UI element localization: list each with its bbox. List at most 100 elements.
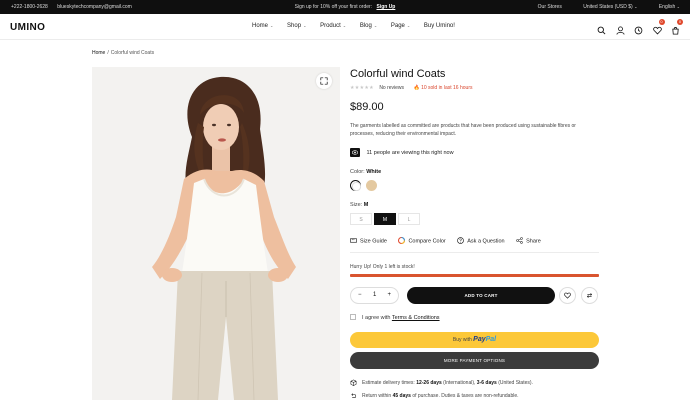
size-guide-link[interactable]: Size Guide	[350, 237, 387, 245]
viewing-text: 11 people are viewing this right now	[366, 149, 454, 156]
agree-text: I agree with	[362, 315, 391, 321]
site-header: UMINO Home ⌄ Shop ⌄ Product ⌄ Blog ⌄ Page ⌄ B…	[0, 14, 690, 40]
paypal-logo-part2: Pal	[485, 336, 497, 343]
eye-icon	[350, 148, 360, 157]
our-stores-link[interactable]: Our Stores	[538, 4, 562, 10]
color-swatch-beige[interactable]	[366, 180, 377, 191]
add-to-wishlist-button[interactable]	[559, 287, 576, 304]
share-link[interactable]: Share	[516, 237, 541, 245]
language-label: English	[658, 4, 676, 10]
review-count[interactable]: No reviews	[379, 85, 404, 91]
paypal-button[interactable]: Buy with PayPal	[350, 332, 599, 348]
color-swatch-white[interactable]	[350, 180, 361, 191]
breadcrumb: Home / Colorful wind Coats	[92, 50, 154, 56]
delivery-prefix: Estimate delivery times:	[362, 380, 415, 386]
box-icon	[350, 379, 357, 386]
stock-progress	[350, 274, 599, 277]
nav-page[interactable]: Page ⌄	[391, 23, 410, 29]
action-label: Size Guide	[360, 238, 387, 245]
zoom-button[interactable]	[316, 73, 332, 89]
more-payment-options-button[interactable]: MORE PAYMENT OPTIONS	[350, 352, 599, 369]
model-photo	[92, 67, 340, 400]
terms-checkbox[interactable]	[350, 314, 356, 320]
compare-color-link[interactable]: Compare Color	[398, 236, 446, 245]
share-icon	[516, 237, 523, 244]
ask-question-link[interactable]: Ask a Question	[457, 237, 505, 245]
quantity-increase-button[interactable]: +	[387, 292, 391, 298]
chevron-down-icon: ⌄	[270, 23, 274, 28]
wishlist-icon[interactable]: 0	[652, 19, 665, 35]
chevron-down-icon: ⌄	[676, 4, 680, 9]
delivery-us-days: 3-6 days	[476, 380, 497, 386]
size-option-m[interactable]: M	[374, 213, 396, 225]
main-nav: Home ⌄ Shop ⌄ Product ⌄ Blog ⌄ Page ⌄ Buy Umi…	[252, 23, 467, 29]
nav-label: Page	[390, 23, 405, 29]
breadcrumb-current: Colorful wind Coats	[110, 50, 155, 56]
product-description: The garments labelled as committed are p…	[350, 123, 576, 137]
sold-indicator: 🔥 10 sold in last 16 hours	[413, 85, 472, 91]
stock-progress-fill	[350, 274, 599, 277]
terms-link[interactable]: Terms & Conditions	[392, 315, 440, 321]
top-right-links: Our Stores United States (USD $) ⌄ Engli…	[528, 4, 680, 10]
nav-buy-umino[interactable]: Buy Umino!	[424, 23, 455, 29]
rating-stars[interactable]: ★★★★★	[350, 85, 374, 91]
nav-shop[interactable]: Shop ⌄	[287, 23, 306, 29]
language-selector[interactable]: English ⌄	[649, 4, 680, 10]
product-price: $89.00	[350, 101, 384, 113]
action-label: Share	[526, 238, 541, 245]
divider	[350, 252, 599, 253]
add-to-cart-button[interactable]: ADD TO CART	[407, 287, 555, 304]
logo[interactable]: UMINO	[10, 22, 45, 33]
compare-arrows-icon	[586, 293, 593, 298]
sign-up-link[interactable]: Sign Up	[376, 4, 395, 10]
paypal-prefix: Buy with	[452, 337, 472, 343]
compare-button[interactable]	[581, 287, 598, 304]
user-icon[interactable]	[616, 22, 625, 35]
promo-text: Sign up for 10% off your first order:	[294, 4, 373, 10]
heart-icon	[564, 292, 571, 299]
nav-product[interactable]: Product ⌄	[320, 23, 346, 29]
header-icons: 0 0	[592, 19, 683, 35]
fire-icon: 🔥	[413, 85, 420, 91]
action-label: Compare Color	[408, 238, 446, 245]
rating-row: ★★★★★ No reviews 🔥 10 sold in last 16 ho…	[350, 85, 472, 91]
product-title: Colorful wind Coats	[350, 68, 446, 80]
color-wheel-icon	[398, 236, 406, 245]
product-image[interactable]	[92, 67, 340, 400]
quantity-stepper: − 1 +	[350, 287, 399, 304]
size-option-l[interactable]: L	[398, 213, 420, 225]
cart-icon[interactable]: 0	[671, 19, 683, 35]
return-icon	[351, 393, 357, 398]
chevron-down-icon: ⌄	[303, 23, 307, 28]
delivery-intl-days: 12-26 days	[416, 380, 442, 386]
quantity-input[interactable]: 1	[373, 292, 376, 298]
top-announcement-bar: +222-1800-2628 blueskytechcompany@gmail.…	[0, 0, 690, 14]
returns-info: Return within 45 days of purchase. Dutie…	[350, 392, 519, 399]
search-icon[interactable]	[597, 22, 606, 35]
selected-size: M	[363, 202, 369, 208]
chevron-down-icon: ⌄	[373, 23, 378, 28]
sold-text: 10 sold in last 16 hours	[421, 85, 473, 91]
nav-blog[interactable]: Blog ⌄	[360, 23, 377, 29]
color-label: Color: White	[350, 169, 381, 175]
size-label-text: Size:	[350, 202, 363, 208]
viewing-now: 11 people are viewing this right now	[350, 148, 454, 157]
selected-color: White	[366, 169, 382, 175]
delivery-us-label: (United States).	[498, 380, 533, 386]
nav-home[interactable]: Home ⌄	[252, 23, 273, 29]
currency-selector[interactable]: United States (USD $) ⌄	[573, 4, 637, 10]
nav-label: Product	[320, 23, 341, 29]
compare-icon[interactable]	[634, 22, 643, 35]
size-label: Size: M	[350, 202, 368, 208]
ruler-icon	[350, 238, 357, 243]
nav-label: Buy Umino!	[423, 23, 455, 29]
product-actions: Size Guide Compare Color Ask a Question …	[350, 236, 551, 245]
delivery-info: Estimate delivery times: 12-26 days (Int…	[350, 379, 533, 386]
paypal-logo-part1: Pay	[473, 336, 486, 343]
breadcrumb-home[interactable]: Home	[92, 50, 105, 56]
size-option-s[interactable]: S	[350, 213, 372, 225]
quantity-decrease-button[interactable]: −	[358, 292, 362, 298]
chevron-down-icon: ⌄	[342, 23, 347, 28]
nav-label: Shop	[287, 23, 302, 29]
chevron-down-icon: ⌄	[406, 23, 411, 28]
